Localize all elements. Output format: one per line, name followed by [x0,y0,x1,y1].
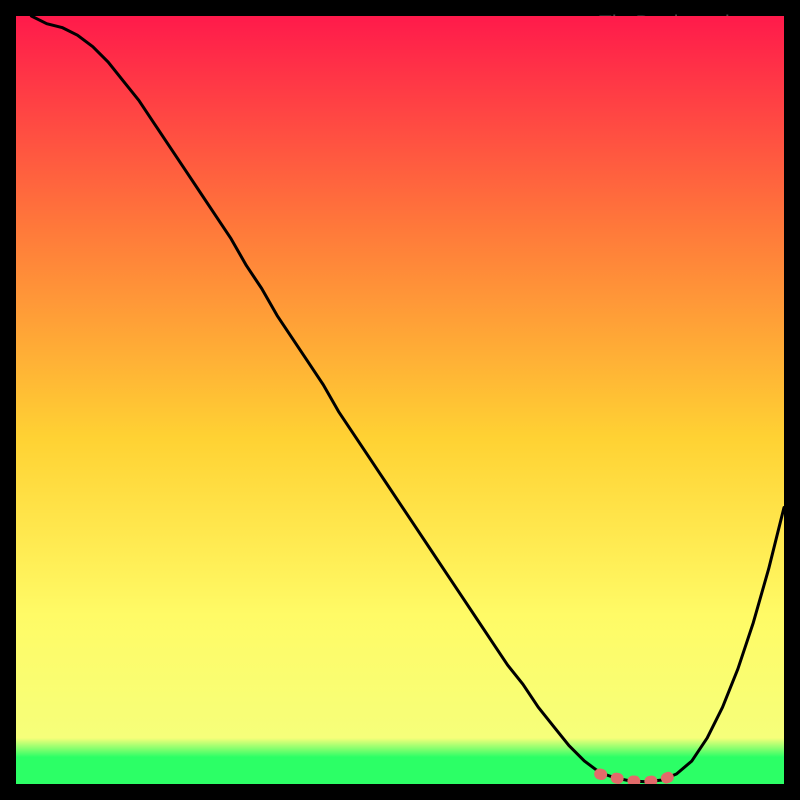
bottleneck-curve-plot [16,16,784,784]
chart-frame: TheBottleneck.com [16,16,784,784]
gradient-background [16,16,784,784]
